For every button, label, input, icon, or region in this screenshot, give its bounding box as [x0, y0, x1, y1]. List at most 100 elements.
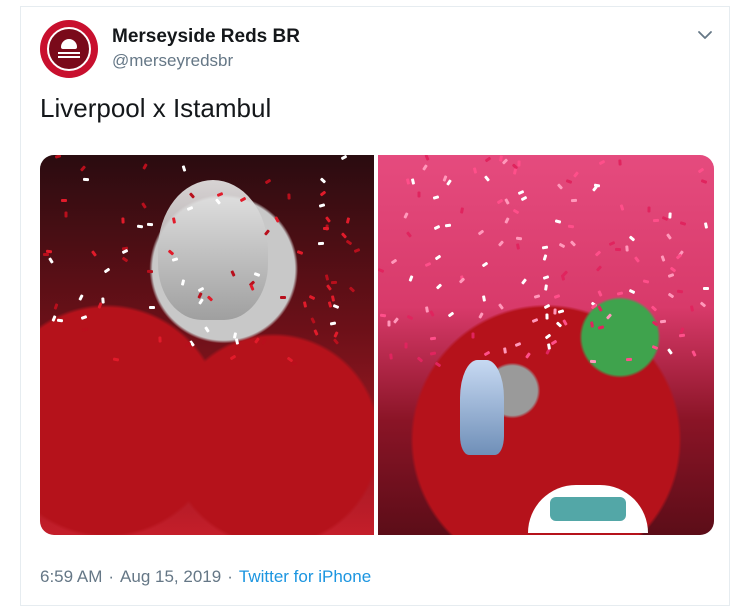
- confetti-piece: [533, 294, 541, 299]
- confetti-piece: [121, 248, 129, 255]
- confetti-piece: [103, 267, 111, 274]
- club-logo-icon: [47, 27, 91, 71]
- author-display-name[interactable]: Merseyside Reds BR: [112, 26, 300, 48]
- confetti-piece: [121, 256, 129, 263]
- confetti-piece: [324, 216, 332, 223]
- confetti-piece: [504, 198, 510, 205]
- photo-supercup-celebration[interactable]: [378, 155, 714, 535]
- confetti-piece: [318, 203, 326, 208]
- confetti-piece: [517, 189, 525, 196]
- confetti-piece: [254, 337, 260, 344]
- confetti-piece: [565, 179, 573, 184]
- confetti-piece: [553, 308, 557, 315]
- confetti-piece: [619, 204, 625, 211]
- confetti-piece: [429, 336, 437, 341]
- confetti-piece: [520, 278, 528, 285]
- confetti-piece: [497, 240, 505, 247]
- confetti-piece: [590, 321, 594, 328]
- confetti-piece: [434, 254, 442, 261]
- confetti-piece: [434, 361, 442, 368]
- confetti-piece: [329, 321, 337, 326]
- confetti-piece: [594, 250, 602, 257]
- confetti-piece: [424, 261, 432, 268]
- confetti-piece: [403, 212, 409, 219]
- confetti-piece: [660, 255, 666, 262]
- confetti-piece: [410, 178, 416, 185]
- confetti-piece: [51, 315, 57, 322]
- confetti-piece: [433, 224, 441, 231]
- confetti-piece: [666, 233, 672, 240]
- confetti-piece: [78, 294, 84, 301]
- confetti-piece: [669, 266, 677, 273]
- confetti-piece: [80, 315, 88, 320]
- avatar[interactable]: [40, 20, 98, 78]
- confetti-piece: [558, 242, 566, 249]
- confetti-piece: [557, 309, 565, 314]
- confetti-piece: [417, 191, 421, 198]
- confetti-piece: [330, 295, 336, 302]
- confetti-piece: [512, 168, 518, 175]
- confetti-piece: [348, 286, 356, 293]
- confetti-piece: [345, 239, 353, 246]
- confetti-piece: [542, 275, 550, 280]
- author-handle[interactable]: @merseyredsbr: [112, 51, 233, 71]
- confetti-piece: [287, 193, 291, 200]
- confetti-piece: [483, 350, 491, 357]
- confetti-piece: [392, 317, 400, 324]
- chevron-down-icon[interactable]: [696, 26, 714, 44]
- confetti-piece: [429, 351, 437, 356]
- confetti-piece: [234, 338, 240, 345]
- confetti-piece: [319, 177, 327, 184]
- tweet-date[interactable]: Aug 15, 2019: [120, 567, 221, 586]
- confetti-piece: [625, 357, 633, 362]
- confetti-piece: [651, 345, 659, 350]
- confetti-piece: [280, 296, 286, 299]
- confetti-piece: [296, 250, 304, 255]
- confetti-piece: [472, 167, 478, 174]
- confetti-piece: [699, 301, 707, 308]
- tweet-source-link[interactable]: Twitter for iPhone: [239, 567, 371, 586]
- confetti-piece: [387, 320, 391, 327]
- confetti-piece: [556, 183, 564, 190]
- confetti-piece: [481, 261, 489, 268]
- confetti-piece: [435, 283, 443, 290]
- confetti-piece: [667, 348, 673, 355]
- confetti-piece: [379, 313, 387, 318]
- tweet-timestamp-row: 6:59 AM · Aug 15, 2019 · Twitter for iPhone: [40, 567, 371, 587]
- confetti-piece: [570, 198, 578, 203]
- confetti-piece: [691, 350, 697, 357]
- confetti-piece: [54, 155, 62, 159]
- confetti-piece: [229, 354, 237, 361]
- confetti-piece: [340, 155, 348, 161]
- confetti-piece: [43, 253, 49, 256]
- confetti-piece: [390, 258, 398, 265]
- confetti-piece: [484, 156, 492, 163]
- confetti-piece: [659, 319, 667, 324]
- confetti-piece: [700, 179, 708, 184]
- confetti-piece: [567, 224, 575, 229]
- tweet-time[interactable]: 6:59 AM: [40, 567, 102, 586]
- confetti-piece: [501, 158, 509, 165]
- confetti-piece: [56, 318, 64, 323]
- confetti-piece: [543, 303, 551, 310]
- photo-istanbul-celebration[interactable]: [40, 155, 374, 535]
- confetti-piece: [141, 202, 147, 209]
- confetti-piece: [605, 313, 613, 320]
- confetti-piece: [544, 333, 552, 340]
- confetti-piece: [404, 342, 408, 349]
- confetti-piece: [541, 245, 549, 250]
- tweet-text: Liverpool x Istambul: [40, 93, 272, 123]
- confetti-piece: [422, 164, 428, 171]
- confetti-piece: [597, 290, 603, 297]
- confetti-piece: [478, 312, 484, 319]
- confetti-piece: [545, 313, 549, 320]
- confetti-piece: [520, 195, 528, 202]
- confetti-piece: [333, 331, 339, 338]
- confetti-piece: [429, 310, 435, 317]
- confetti-piece: [378, 267, 385, 274]
- confetti-piece: [97, 302, 103, 309]
- confetti-piece: [569, 240, 577, 247]
- confetti-piece: [406, 314, 414, 321]
- confetti-piece: [616, 291, 624, 296]
- confetti-piece: [79, 165, 87, 172]
